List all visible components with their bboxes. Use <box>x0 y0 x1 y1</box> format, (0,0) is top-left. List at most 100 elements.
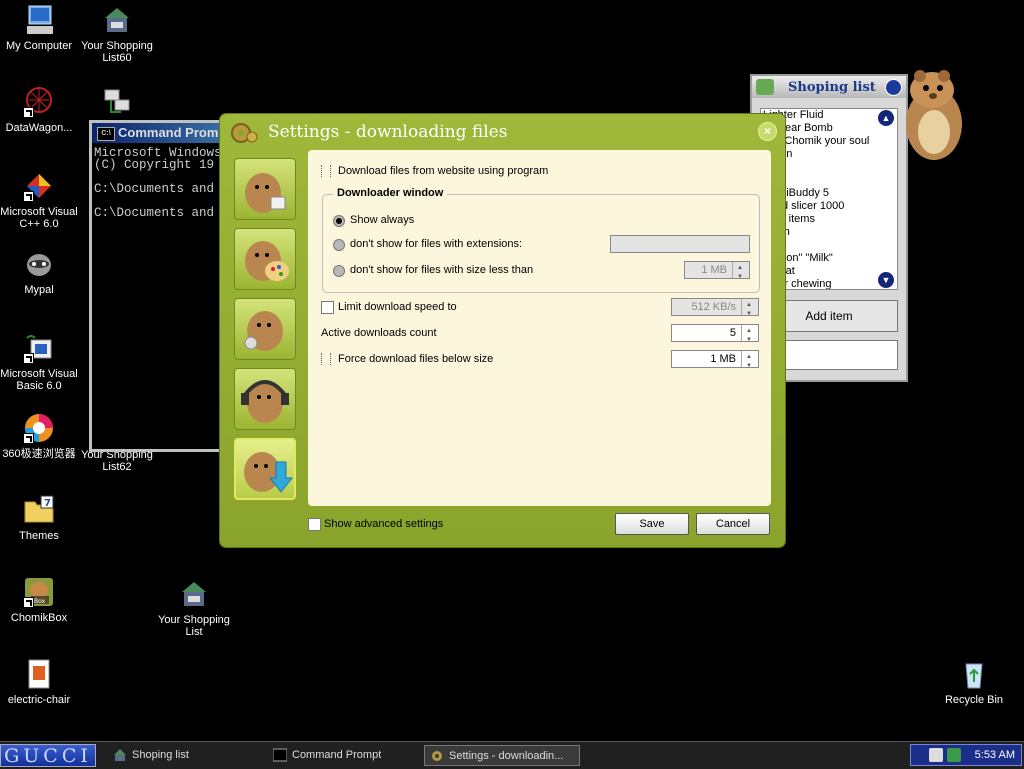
cmd-output: Microsoft Windows (C) Copyright 19 C:\Do… <box>94 147 222 219</box>
active-downloads-label: Active downloads count <box>321 327 437 339</box>
download-using-program-label: Download files from website using progra… <box>338 165 549 177</box>
advanced-settings-checkbox[interactable] <box>308 518 321 531</box>
desktop-icon-shopping-list[interactable]: Your Shopping List <box>152 578 236 638</box>
system-tray: 5:53 AM <box>910 744 1022 766</box>
desktop-icon-visual-basic[interactable]: Microsoft Visual Basic 6.0 <box>0 332 81 392</box>
advanced-settings-label: Show advanced settings <box>324 518 444 530</box>
scroll-down-icon[interactable]: ▼ <box>878 272 894 288</box>
category-downloading-button[interactable] <box>234 438 296 500</box>
category-appearance-button[interactable] <box>234 228 296 290</box>
close-icon[interactable]: × <box>758 122 777 141</box>
force-download-label: Force download files below size <box>338 353 494 365</box>
document-icon <box>23 658 55 690</box>
computer-icon <box>23 4 55 36</box>
browser-360-icon <box>23 412 55 444</box>
category-general-button[interactable] <box>234 158 296 220</box>
desktop-icon-label: Themes <box>19 530 59 542</box>
desktop-icon-label: DataWagon... <box>5 122 73 134</box>
desktop-icon-label: Your Shopping List <box>158 614 230 638</box>
min-size-value: 1 MB <box>701 264 727 276</box>
desktop-icon-recycle-bin[interactable]: Recycle Bin <box>932 658 1016 706</box>
recycle-bin-icon <box>958 658 990 690</box>
gear-task-icon <box>430 749 444 763</box>
cmd-title: Command Prompt <box>118 125 226 140</box>
visual-cpp-icon <box>23 170 55 202</box>
desktop-icon-label: Microsoft Visual C++ 6.0 <box>0 206 78 230</box>
command-prompt-window[interactable]: C:\ Command Prompt Microsoft Windows (C)… <box>89 120 229 452</box>
active-downloads-stepper[interactable]: 5 <box>671 323 759 348</box>
radio-extensions-label: don't show for files with extensions: <box>350 238 523 250</box>
radio-show-always-label: Show always <box>350 214 415 226</box>
speed-limit-value: 512 KB/s <box>691 301 736 313</box>
settings-title: Settings - downloading files <box>268 122 508 142</box>
taskbar: GUCCI Shoping list Command Prompt Settin… <box>0 741 1024 769</box>
radio-extensions[interactable] <box>333 239 345 251</box>
svg-text:7: 7 <box>44 498 51 509</box>
desktop-icon-label: 360极速浏览器 <box>2 448 76 460</box>
folder-icon: 7 <box>23 494 55 526</box>
desktop-icon-label: Mypal <box>24 284 54 296</box>
desktop-icon-mypal[interactable]: Mypal <box>0 248 81 296</box>
stepper-arrows-icon[interactable] <box>741 297 758 322</box>
downloader-window-group: Downloader window Show always don't show… <box>322 187 760 293</box>
cmd-task-icon <box>272 748 288 762</box>
min-size-stepper[interactable]: 1 MB <box>684 260 750 285</box>
network-computer-icon <box>101 86 133 118</box>
radio-show-always[interactable] <box>333 215 345 227</box>
visual-basic-icon <box>23 332 55 364</box>
shopping-title: Shoping list <box>788 80 876 95</box>
speed-limit-stepper[interactable]: 512 KB/s <box>671 297 759 322</box>
stepper-arrows-icon[interactable] <box>741 323 758 348</box>
force-size-stepper[interactable]: 1 MB <box>671 349 759 374</box>
desktop-icon-shopping-list-62[interactable]: Your Shopping List62 <box>75 449 159 473</box>
task-shopping-list[interactable]: Shoping list <box>108 745 264 766</box>
downloading-settings-panel: Download files from website using progra… <box>308 150 771 506</box>
desktop-icon-label: My Computer <box>5 40 73 52</box>
radio-size[interactable] <box>333 265 345 277</box>
desktop-icon-themes[interactable]: 7 Themes <box>0 494 81 542</box>
start-button[interactable]: GUCCI <box>0 744 96 767</box>
desktop-icon-visual-cpp[interactable]: Microsoft Visual C++ 6.0 <box>0 170 81 230</box>
stepper-arrows-icon[interactable] <box>732 260 749 285</box>
desktop-icon-label: Recycle Bin <box>944 694 1004 706</box>
desktop-icon-shopping-list-60[interactable]: Your Shopping List60 <box>75 4 159 64</box>
desktop-icon-datawagon[interactable]: DataWagon... <box>0 86 81 134</box>
desktop-icon-network[interactable] <box>75 86 159 122</box>
hamster-mascot-icon <box>898 62 970 166</box>
cmd-icon: C:\ <box>97 127 115 141</box>
shop-house-icon <box>178 578 210 610</box>
cancel-button[interactable]: Cancel <box>696 513 770 535</box>
limit-speed-label: Limit download speed to <box>338 301 457 313</box>
scroll-up-icon[interactable]: ▲ <box>878 110 894 126</box>
task-settings[interactable]: Settings - downloadin... <box>424 745 580 766</box>
shopping-logo-icon <box>756 79 774 95</box>
category-sound-button[interactable] <box>234 368 296 430</box>
task-label: Command Prompt <box>292 749 382 761</box>
clock[interactable]: 5:53 AM <box>975 745 1015 765</box>
desktop-icon-chomikbox[interactable]: Box ChomikBox <box>0 576 81 624</box>
stepper-arrows-icon[interactable] <box>741 349 758 374</box>
task-label: Shoping list <box>132 749 189 761</box>
tray-app-icon[interactable] <box>929 748 943 762</box>
checkbox-indeterminate[interactable] <box>321 353 331 365</box>
task-command-prompt[interactable]: Command Prompt <box>268 745 424 766</box>
force-size-value: 1 MB <box>710 353 736 365</box>
tray-network-icon[interactable] <box>947 748 961 762</box>
shopping-titlebar[interactable]: Shoping list <box>752 76 906 98</box>
radio-size-label: don't show for files with size less than <box>350 264 534 276</box>
shopping-scrollbar[interactable]: ▲ ▼ <box>877 109 897 289</box>
chomik-box-icon: Box <box>23 576 55 608</box>
settings-dialog[interactable]: Settings - downloading files × Download … <box>220 114 785 547</box>
checkbox-indeterminate[interactable] <box>321 165 331 177</box>
cmd-titlebar[interactable]: C:\ Command Prompt <box>92 123 226 143</box>
desktop-icon-label: electric-chair <box>7 694 71 706</box>
limit-speed-checkbox[interactable] <box>321 301 334 314</box>
datawagon-icon <box>23 86 55 118</box>
category-connection-button[interactable] <box>234 298 296 360</box>
save-button[interactable]: Save <box>615 513 689 535</box>
desktop-icon-360-browser[interactable]: 360极速浏览器 <box>0 412 81 460</box>
svg-text:Box: Box <box>34 598 46 605</box>
desktop-icon-electric-chair[interactable]: electric-chair <box>0 658 81 706</box>
extensions-input[interactable] <box>610 235 750 253</box>
desktop-icon-my-computer[interactable]: My Computer <box>0 4 81 52</box>
